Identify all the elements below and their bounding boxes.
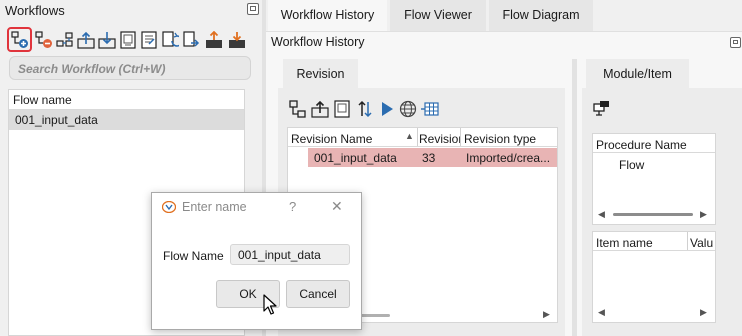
history-float-icon[interactable] bbox=[730, 37, 741, 48]
remove-flow-icon[interactable] bbox=[35, 31, 53, 49]
item-table: Item name Valu ◀ ▶ bbox=[592, 231, 716, 323]
scroll-left-icon[interactable]: ◀ bbox=[598, 209, 605, 220]
column-header-revision[interactable]: Revision bbox=[419, 131, 460, 147]
tab-module-item[interactable]: Module/Item bbox=[586, 59, 689, 90]
flow-document-icon[interactable] bbox=[119, 31, 137, 49]
list-item[interactable]: 001_input_data bbox=[9, 110, 244, 130]
add-flow-icon bbox=[11, 31, 28, 48]
scroll-right-icon[interactable]: ▶ bbox=[700, 209, 707, 220]
procedure-item[interactable]: Flow bbox=[619, 158, 644, 172]
revision-document-icon[interactable] bbox=[333, 100, 351, 118]
search-placeholder: Search Workflow (Ctrl+W) bbox=[18, 62, 166, 76]
revert-flow-icon[interactable] bbox=[161, 31, 179, 49]
flow-document-edit-icon[interactable] bbox=[140, 31, 158, 49]
flow-tree-icon[interactable] bbox=[289, 100, 307, 118]
import-flow-icon[interactable] bbox=[98, 31, 116, 49]
close-icon[interactable]: ✕ bbox=[331, 198, 343, 215]
revision-export-icon[interactable] bbox=[311, 100, 329, 118]
export-flow-icon[interactable] bbox=[77, 31, 95, 49]
flow-name-field[interactable]: 001_input_data bbox=[230, 244, 350, 265]
table-icon[interactable] bbox=[421, 100, 439, 118]
app-logo-icon bbox=[162, 201, 176, 213]
flow-name-label: Flow Name bbox=[163, 249, 224, 263]
run-icon[interactable] bbox=[379, 101, 395, 117]
scroll-right-icon[interactable]: ▶ bbox=[700, 307, 707, 318]
revision-type-cell: Imported/crea... bbox=[466, 151, 551, 165]
download-box-icon[interactable] bbox=[228, 31, 246, 49]
flow-name-value: 001_input_data bbox=[238, 248, 321, 262]
tab-revision[interactable]: Revision bbox=[283, 59, 358, 90]
revision-toolbar bbox=[289, 100, 449, 120]
dialog-title-bar: Enter name ? ✕ bbox=[152, 193, 361, 221]
tab-workflow-history[interactable]: Workflow History bbox=[268, 0, 387, 31]
upload-box-icon[interactable] bbox=[205, 31, 223, 49]
procedure-name-header: Procedure Name bbox=[596, 138, 687, 152]
flow-list-header: Flow name bbox=[13, 93, 72, 107]
inner-splitter[interactable] bbox=[572, 59, 577, 336]
table-row[interactable]: 001_input_data 33 Imported/crea... bbox=[308, 148, 557, 167]
horizontal-scrollbar[interactable] bbox=[613, 213, 693, 216]
value-header: Valu bbox=[690, 236, 714, 250]
cancel-button[interactable]: Cancel bbox=[286, 280, 350, 308]
column-header-revision-name[interactable]: Revision Name bbox=[291, 131, 418, 147]
enter-name-dialog: Enter name ? ✕ Flow Name 001_input_data … bbox=[151, 192, 362, 330]
column-header-revision-type[interactable]: Revision type bbox=[464, 131, 556, 147]
procedure-list: Procedure Name Flow ◀ ▶ bbox=[592, 133, 716, 225]
tab-flow-viewer[interactable]: Flow Viewer bbox=[390, 0, 486, 31]
mouse-cursor-icon bbox=[263, 294, 277, 315]
new-workflow-button[interactable] bbox=[7, 27, 32, 52]
transfer-flow-icon[interactable] bbox=[182, 31, 200, 49]
network-computer-icon[interactable] bbox=[593, 100, 611, 118]
workflows-title: Workflows bbox=[5, 3, 65, 18]
copy-flow-icon[interactable] bbox=[56, 31, 74, 49]
item-name-header: Item name bbox=[596, 236, 653, 250]
history-title: Workflow History bbox=[271, 35, 365, 49]
revision-number-cell: 33 bbox=[422, 151, 436, 165]
flow-name-label: 001_input_data bbox=[15, 113, 98, 127]
horizontal-scrollbar[interactable] bbox=[358, 314, 390, 317]
revision-sort-icon[interactable] bbox=[356, 100, 374, 118]
sort-ascending-icon: ▲ bbox=[405, 131, 414, 141]
revision-name-cell: 001_input_data bbox=[314, 151, 397, 165]
panel-float-icon[interactable] bbox=[247, 3, 259, 15]
help-button[interactable]: ? bbox=[289, 199, 296, 214]
globe-icon[interactable] bbox=[399, 100, 417, 118]
tab-flow-diagram[interactable]: Flow Diagram bbox=[489, 0, 593, 31]
workflows-toolbar bbox=[6, 27, 251, 53]
scroll-right-icon[interactable]: ▶ bbox=[543, 309, 550, 320]
search-workflow-input[interactable]: Search Workflow (Ctrl+W) bbox=[9, 56, 251, 80]
scroll-left-icon[interactable]: ◀ bbox=[598, 307, 605, 318]
dialog-title: Enter name bbox=[182, 200, 247, 214]
